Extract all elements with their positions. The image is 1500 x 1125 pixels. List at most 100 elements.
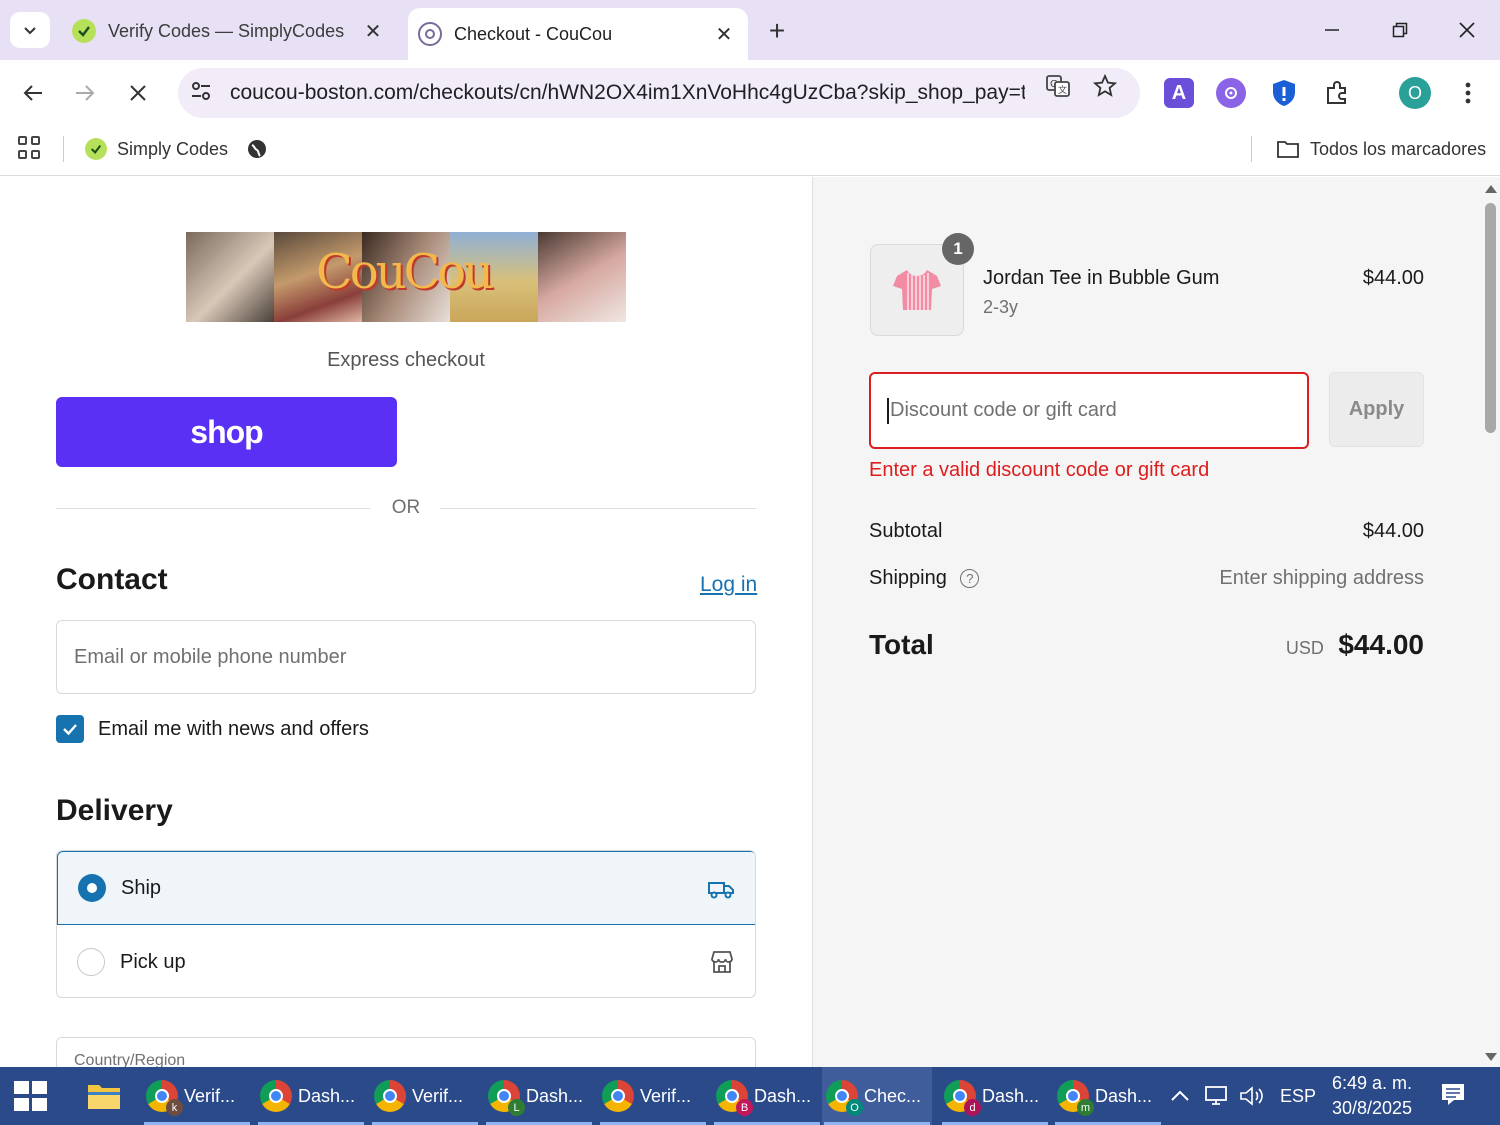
shield-icon[interactable] — [1269, 78, 1299, 108]
url-text: coucou-boston.com/checkouts/cn/hWN2OX4im… — [230, 81, 1025, 104]
discount-placeholder: Discount code or gift card — [890, 399, 1117, 421]
network-icon[interactable] — [1203, 1067, 1229, 1125]
newsletter-label: Email me with news and offers — [98, 717, 369, 740]
bookmark-globe[interactable] — [246, 134, 278, 164]
tab-title: Checkout - CouCou — [454, 23, 613, 44]
taskbar-app-chrome[interactable]: d Dash... — [940, 1067, 1050, 1125]
email-field[interactable]: Email or mobile phone number — [56, 620, 756, 694]
help-icon[interactable]: ? — [960, 569, 980, 589]
banner-photo — [186, 232, 274, 322]
bookmark-label: Simply Codes — [117, 138, 229, 159]
page-scrollbar[interactable] — [1482, 177, 1500, 1067]
taskbar-app-label: Dash... — [298, 1085, 356, 1106]
total-value: $44.00 — [1338, 629, 1424, 660]
or-divider: OR — [56, 497, 756, 521]
folder-icon — [1276, 138, 1300, 160]
discount-error-message: Enter a valid discount code or gift card — [869, 459, 1210, 481]
language-indicator[interactable]: ESP — [1280, 1067, 1316, 1125]
taskbar-app-chrome[interactable]: B Dash... — [712, 1067, 822, 1125]
volume-icon[interactable] — [1238, 1067, 1264, 1125]
extension-spiral-icon[interactable] — [1216, 78, 1246, 108]
close-window-button[interactable] — [1437, 10, 1497, 50]
minimize-icon — [1325, 29, 1339, 31]
arrow-left-icon — [23, 85, 42, 101]
tab-search-button[interactable] — [10, 12, 50, 48]
extension-a-icon[interactable]: A — [1164, 78, 1194, 108]
divider — [63, 136, 64, 162]
close-icon[interactable]: ✕ — [359, 17, 387, 45]
taskbar-app-chrome[interactable]: Dash... — [256, 1067, 366, 1125]
profile-badge: O — [846, 1099, 863, 1116]
translate-icon[interactable]: G文 — [1044, 72, 1072, 100]
bookmark-simply-codes[interactable]: Simply Codes — [85, 134, 228, 164]
taskbar-app-chrome[interactable]: Verif... — [598, 1067, 708, 1125]
back-button[interactable] — [13, 73, 53, 113]
ship-radio[interactable] — [78, 874, 106, 902]
discount-code-input[interactable]: Discount code or gift card — [869, 372, 1309, 449]
file-explorer-icon[interactable] — [86, 1081, 122, 1111]
chrome-icon — [602, 1080, 634, 1112]
checkmark-icon — [63, 724, 77, 736]
country-label: Country/Region — [74, 1052, 186, 1067]
apply-discount-button[interactable]: Apply — [1329, 372, 1424, 447]
delivery-option-ship[interactable]: Ship — [57, 851, 755, 925]
taskbar-app-label: Verif... — [412, 1085, 464, 1106]
stop-loading-button[interactable] — [118, 73, 158, 113]
scroll-up-arrow-icon[interactable] — [1485, 185, 1497, 193]
taskbar-app-chrome[interactable]: m Dash... — [1053, 1067, 1163, 1125]
notification-center-icon[interactable] — [1440, 1082, 1466, 1106]
express-checkout-label: Express checkout — [327, 349, 485, 371]
tab-checkout[interactable]: Checkout - CouCou ✕ — [408, 8, 748, 60]
pickup-radio[interactable] — [77, 948, 105, 976]
taskbar-app-chrome[interactable]: k Verif... — [142, 1067, 252, 1125]
profile-badge: L — [508, 1099, 525, 1116]
forward-button[interactable] — [65, 73, 105, 113]
taskbar-app-chrome[interactable]: Verif... — [370, 1067, 480, 1125]
newsletter-option[interactable]: Email me with news and offers — [56, 715, 369, 743]
system-clock[interactable]: 6:49 a. m. 30/8/2025 — [1322, 1071, 1422, 1121]
taskbar-app-chrome[interactable]: L Dash... — [484, 1067, 594, 1125]
bookmark-star-icon[interactable] — [1091, 72, 1119, 100]
minimize-button[interactable] — [1302, 10, 1362, 50]
taskbar-app-label: Chec... — [864, 1085, 922, 1106]
tab-title: Verify Codes — SimplyCodes — [108, 20, 345, 41]
taskbar-app-chrome-active[interactable]: O Chec... — [822, 1067, 932, 1125]
delivery-option-pickup[interactable]: Pick up — [57, 925, 755, 997]
delivery-method-group: Ship Pick up — [56, 850, 756, 998]
scroll-down-arrow-icon[interactable] — [1485, 1053, 1497, 1061]
login-link[interactable]: Log in — [700, 573, 757, 597]
restore-icon — [1392, 22, 1408, 38]
address-bar[interactable]: coucou-boston.com/checkouts/cn/hWN2OX4im… — [178, 68, 1140, 118]
apps-grid-icon[interactable] — [18, 136, 42, 160]
close-icon[interactable]: ✕ — [710, 20, 738, 48]
total-label: Total — [869, 629, 934, 660]
close-icon — [130, 85, 146, 101]
taskbar-app-label: Dash... — [1095, 1085, 1153, 1106]
all-bookmarks-button[interactable]: Todos los marcadores — [1276, 134, 1486, 164]
subtotal-row: Subtotal $44.00 — [869, 520, 1424, 543]
subtotal-value: $44.00 — [1362, 520, 1424, 542]
scrollbar-thumb[interactable] — [1485, 203, 1496, 433]
windows-start-icon[interactable] — [14, 1081, 48, 1111]
total-row: Total USD $44.00 — [869, 629, 1424, 661]
tab-simplycodes[interactable]: Verify Codes — SimplyCodes ✕ — [62, 8, 397, 54]
product-variant: 2-3y — [983, 297, 1019, 317]
profile-badge: k — [166, 1099, 183, 1116]
site-settings-icon[interactable] — [190, 80, 214, 107]
extensions-puzzle-icon[interactable] — [1322, 78, 1352, 108]
truck-icon — [706, 873, 736, 903]
delivery-option-label: Pick up — [120, 950, 186, 973]
country-region-select[interactable]: Country/Region — [56, 1037, 756, 1067]
profile-avatar[interactable]: O — [1399, 77, 1431, 109]
quantity-badge: 1 — [942, 233, 974, 265]
restore-button[interactable] — [1370, 10, 1430, 50]
show-hidden-icons-button[interactable] — [1170, 1067, 1190, 1125]
coucou-icon — [418, 22, 442, 46]
store-banner[interactable]: CouCou — [186, 232, 626, 322]
profile-badge: m — [1077, 1099, 1094, 1116]
new-tab-button[interactable]: + — [760, 14, 794, 48]
browser-menu-button[interactable] — [1455, 78, 1481, 108]
newsletter-checkbox[interactable] — [56, 715, 84, 743]
chevron-up-icon — [1171, 1090, 1189, 1101]
shop-pay-button[interactable]: shop — [56, 397, 397, 467]
